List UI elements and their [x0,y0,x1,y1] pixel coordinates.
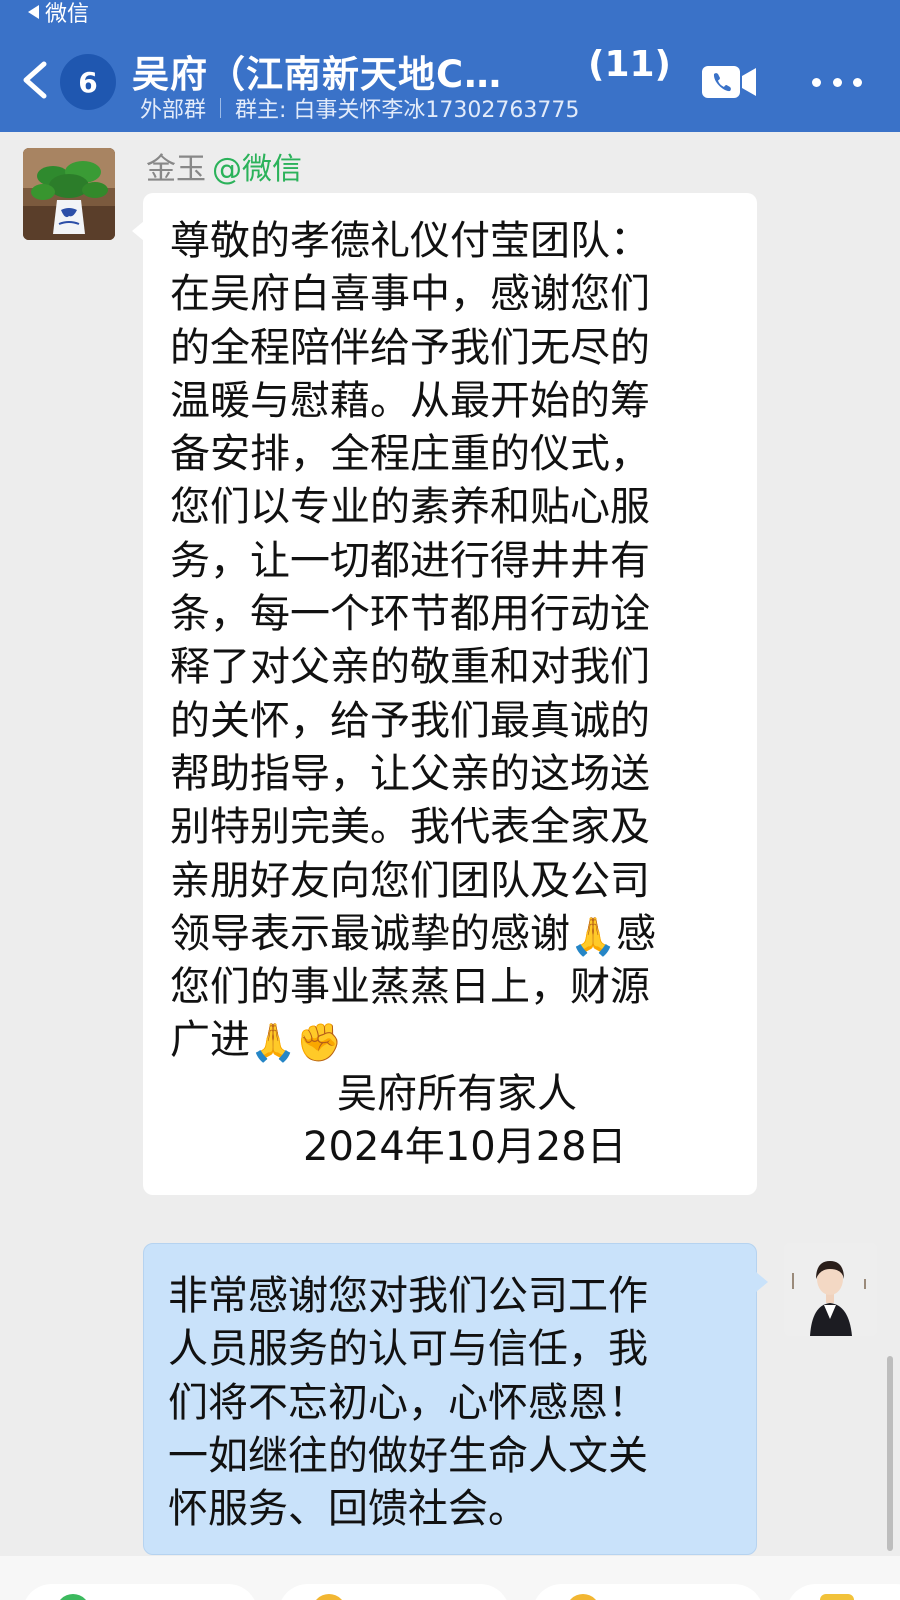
portrait-avatar-image [784,1243,877,1336]
quick-action-icon [312,1594,346,1600]
back-to-wechat-link[interactable]: 微信 [28,0,89,28]
back-chevron-icon[interactable] [18,60,52,100]
more-dot [812,77,821,87]
chat-screen: 微信 6 吴府（江南新天地C… (11) 外部群 群主: 白事关怀李冰17302… [0,0,900,1600]
quick-action-icon [566,1594,600,1600]
back-triangle-icon [28,5,39,19]
more-options-icon[interactable] [812,70,862,94]
chat-subtitle: 外部群 群主: 白事关怀李冰17302763775 [140,92,579,124]
quick-action-icon [820,1594,854,1600]
sender-line: 金玉 @微信 [146,144,302,188]
wechat-tag: @微信 [212,152,302,187]
quick-action-chip[interactable] [22,1584,258,1600]
quick-action-icon [56,1594,90,1600]
potted-plant-avatar-image [23,148,115,240]
member-count: (11) [588,44,672,85]
group-type-label: 外部群 [140,98,207,123]
quick-action-chip[interactable] [278,1584,510,1600]
more-dot [853,77,862,87]
message-date: 2024年10月28日 [303,1124,627,1170]
phone-call-icon[interactable] [702,64,756,100]
my-avatar[interactable] [784,1243,877,1336]
message-signature: 吴府所有家人 [337,1071,577,1117]
chat-header: 微信 6 吴府（江南新天地C… (11) 外部群 群主: 白事关怀李冰17302… [0,0,900,132]
chat-title[interactable]: 吴府（江南新天地C… [132,44,502,98]
raised-fist-emoji: ✊ [296,1021,343,1065]
unread-count-badge[interactable]: 6 [60,54,116,110]
incoming-message-bubble[interactable]: 尊敬的孝德礼仪付莹团队： 在吴府白喜事中，感谢您们 的全程陪伴给予我们无尽的 温… [132,193,757,1195]
sender-name[interactable]: 金玉 [146,152,206,187]
outgoing-message-text: 非常感谢您对我们公司工作 人员服务的认可与信任，我 们将不忘初心，心怀感恩！ 一… [168,1273,648,1533]
back-to-app-label: 微信 [45,2,90,27]
subtitle-divider [220,98,222,118]
quick-action-bar [0,1556,900,1600]
quick-action-chip[interactable] [532,1584,764,1600]
group-owner-label: 群主: 白事关怀李冰17302763775 [235,98,580,123]
incoming-message-text: 尊敬的孝德礼仪付莹团队： 在吴府白喜事中，感谢您们 的全程陪伴给予我们无尽的 温… [170,215,733,1068]
chat-scrollbar[interactable] [887,1356,893,1551]
sender-avatar[interactable] [23,148,115,240]
outgoing-message-bubble[interactable]: 非常感谢您对我们公司工作 人员服务的认可与信任，我 们将不忘初心，心怀感恩！ 一… [143,1243,768,1555]
quick-action-chip[interactable] [786,1584,900,1600]
praying-hands-emoji: 🙏 [570,914,617,958]
more-dot [832,77,842,87]
message-text-part: 尊敬的孝德礼仪付莹团队： 在吴府白喜事中，感谢您们 的全程陪伴给予我们无尽的 温… [170,218,650,957]
praying-hands-emoji: 🙏 [250,1021,297,1065]
